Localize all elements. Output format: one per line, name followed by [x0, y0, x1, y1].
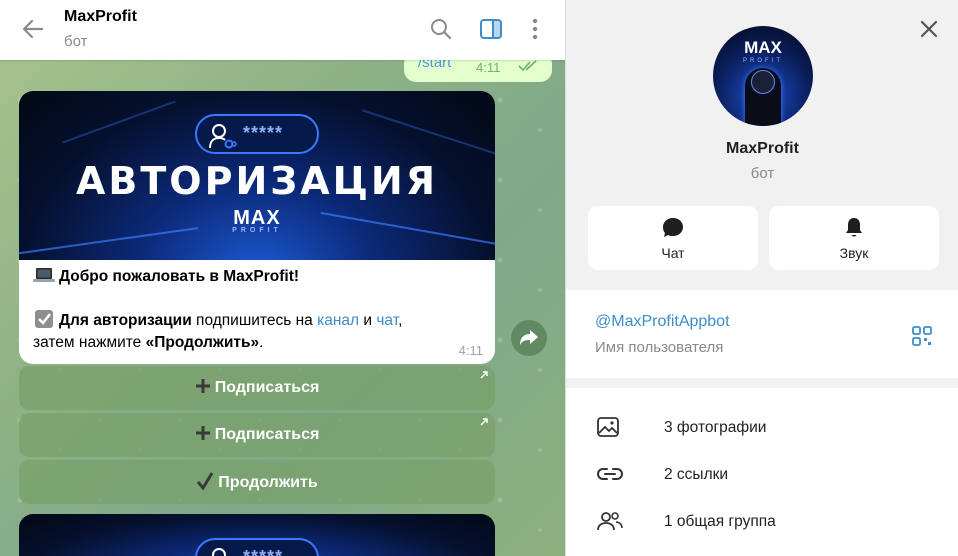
- subscribe-button-1[interactable]: Подписаться: [19, 366, 495, 410]
- username-section: @MaxProfitAppbot Имя пользователя: [566, 290, 958, 378]
- sound-action-label: Звук: [839, 245, 869, 261]
- instruction-line: Для авторизации подпишитесь на канал и ч…: [33, 310, 488, 332]
- profile-name: MaxProfit: [726, 140, 799, 157]
- back-arrow-icon[interactable]: [20, 16, 46, 42]
- bell-icon: [846, 218, 862, 237]
- chat-link[interactable]: чат: [376, 312, 398, 329]
- user-key-icon: [209, 124, 237, 149]
- chat-header: MaxProfit бот: [0, 0, 565, 60]
- continue-button[interactable]: Продолжить: [19, 460, 495, 504]
- chat-action-label: Чат: [661, 245, 685, 261]
- avatar-logo-subtext: PROFIT: [743, 58, 783, 64]
- chat-action-button[interactable]: Чат: [588, 206, 758, 270]
- user-key-icon: [212, 548, 226, 556]
- plus-icon: [195, 426, 210, 440]
- outgoing-time: 4:11: [476, 60, 501, 75]
- bot-message-2: *****: [19, 514, 495, 556]
- forward-arrow-icon: [520, 330, 538, 345]
- banner-title: АВТОРИЗАЦИЯ: [76, 159, 438, 203]
- qr-code-icon[interactable]: [911, 325, 933, 347]
- channel-link[interactable]: канал: [317, 312, 359, 329]
- sound-action-button[interactable]: Звук: [769, 206, 939, 270]
- chat-subtitle: бот: [64, 33, 88, 50]
- media-item-label: 3 фотографии: [664, 419, 767, 436]
- group-icon: [597, 512, 623, 531]
- avatar[interactable]: MAX PROFIT: [713, 26, 813, 126]
- continue-button-label: Продолжить: [218, 474, 318, 491]
- login-pill: *****: [195, 538, 319, 556]
- media-item-label: 1 общая группа: [664, 513, 776, 530]
- subscribe-button-2[interactable]: Подписаться: [19, 413, 495, 457]
- continue-line: затем нажмите «Продолжить».: [33, 334, 264, 351]
- masked-password: *****: [243, 547, 283, 556]
- chat-area: MaxProfit бот /start 4:11 ***** АВТОРИЗА…: [0, 0, 565, 556]
- checkmark-icon: [197, 472, 214, 491]
- chat-title[interactable]: MaxProfit: [64, 8, 137, 26]
- shared-media-list: 3 фотографии 2 ссылки 1 общая группа: [566, 388, 958, 556]
- profile-panel: MAX PROFIT MaxProfit бот Чат Звук @MaxPr…: [565, 0, 958, 556]
- sidebar-toggle-icon[interactable]: [478, 16, 504, 42]
- welcome-line: Добро пожаловать в MaxProfit!: [33, 266, 488, 288]
- login-pill: *****: [195, 114, 319, 154]
- message-text: Добро пожаловать в MaxProfit! Для автори…: [33, 266, 488, 354]
- username-link[interactable]: @MaxProfitAppbot: [595, 313, 730, 331]
- double-check-icon: [518, 60, 537, 72]
- profile-subtitle: бот: [750, 165, 775, 182]
- avatar-logo-text: MAX: [744, 38, 782, 57]
- username-caption: Имя пользователя: [595, 339, 724, 356]
- photo-icon: [597, 417, 619, 437]
- search-icon[interactable]: [428, 16, 454, 42]
- banner-logo: MAX PROFIT: [209, 207, 305, 234]
- masked-password: *****: [243, 123, 284, 143]
- profile-header: MAX PROFIT MaxProfit бот Чат Звук: [566, 0, 958, 290]
- authorization-banner: ***** АВТОРИЗАЦИЯ MAX PROFIT: [19, 91, 495, 260]
- external-link-arrow-icon: [480, 371, 488, 379]
- message-time: 4:11: [458, 343, 483, 358]
- laptop-icon: [33, 268, 55, 282]
- media-item-links[interactable]: 2 ссылки: [566, 452, 958, 498]
- subscribe-button-label: Подписаться: [214, 379, 320, 396]
- media-item-groups[interactable]: 1 общая группа: [566, 499, 958, 545]
- banner-logo-text: MAX: [233, 207, 281, 229]
- link-icon: [596, 468, 624, 480]
- plus-icon: [195, 379, 210, 393]
- close-icon[interactable]: [918, 18, 940, 40]
- chat-bubble-icon: [663, 218, 683, 237]
- bot-message: ***** АВТОРИЗАЦИЯ MAX PROFIT Добро пожал…: [19, 91, 495, 364]
- subscribe-button-label: Подписаться: [214, 426, 320, 443]
- checkbox-emoji-icon: [35, 310, 53, 328]
- more-options-icon[interactable]: [522, 16, 548, 42]
- banner-logo-subtext: PROFIT: [232, 227, 282, 234]
- media-item-photos[interactable]: 3 фотографии: [566, 405, 958, 451]
- external-link-arrow-icon: [480, 418, 488, 426]
- forward-button[interactable]: [511, 320, 547, 356]
- media-item-label: 2 ссылки: [664, 466, 729, 483]
